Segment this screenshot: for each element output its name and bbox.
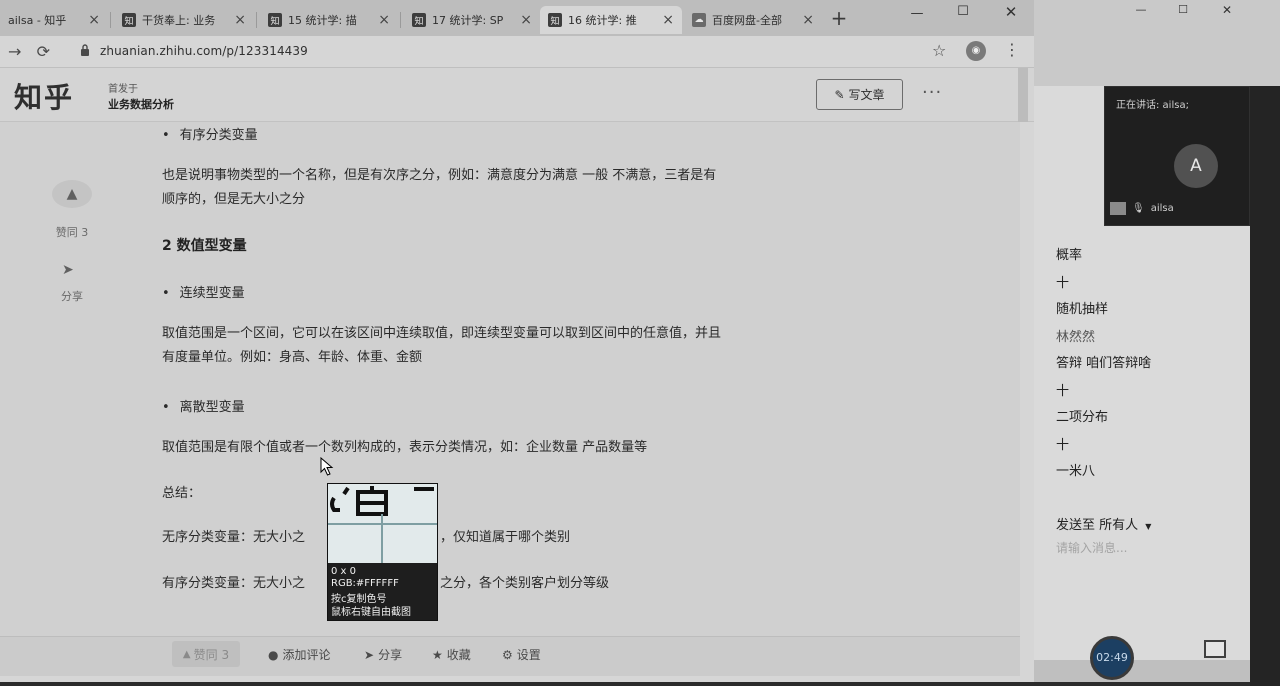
tab-business[interactable]: 知 干货奉上: 业务 ×	[114, 6, 254, 34]
zhihu-favicon-icon: 知	[412, 13, 426, 27]
avatar: A	[1174, 144, 1218, 188]
bullet-ordinal: 有序分类变量	[162, 124, 258, 143]
minimize-icon[interactable]: —	[894, 4, 940, 34]
zhihu-logo[interactable]: 知乎	[14, 76, 74, 116]
picker-size: 0 x 0	[331, 566, 356, 577]
summary-label: 总结：	[162, 486, 202, 501]
layout-grid-icon[interactable]	[1204, 640, 1226, 658]
summary-line-1b: ，仅知道属于哪个类别	[440, 530, 571, 545]
microphone-icon: 🎙	[1132, 203, 1145, 214]
cloud-favicon-icon: ☁	[692, 13, 706, 27]
paragraph-continuous-2: 有度量单位。例如：身高、年龄、体重、金额	[162, 350, 423, 365]
lock-icon[interactable]	[80, 44, 90, 56]
upvote-arrow-icon: ▲	[182, 648, 191, 660]
add-comment-button[interactable]: ● 添加评论	[268, 646, 331, 663]
video-user-label: 🎙 ailsa	[1110, 202, 1174, 215]
picker-capture-hint: 鼠标右键自由截图	[331, 607, 411, 618]
tab-ailsa-zhihu[interactable]: ailsa - 知乎 ×	[0, 6, 108, 34]
chat-message: 十	[1056, 438, 1070, 453]
close-icon[interactable]: ×	[88, 12, 100, 28]
sidebar-vote-count: 赞同 3	[55, 226, 89, 239]
star-icon: ★	[432, 647, 443, 662]
url-field[interactable]: zhuanian.zhihu.com/p/123314439	[100, 44, 308, 58]
zhihu-favicon-icon: 知	[122, 13, 136, 27]
close-window-icon[interactable]: ✕	[988, 2, 1034, 32]
share-button[interactable]: ➤ 分享	[364, 646, 402, 663]
user-card-icon	[1110, 202, 1126, 215]
article-body	[0, 122, 1020, 636]
gear-icon: ⚙	[502, 647, 513, 662]
share-plane-icon: ➤	[364, 647, 375, 662]
tab-separator	[256, 12, 257, 28]
chat-message: 答辩 咱们答辩啥	[1056, 356, 1152, 371]
forward-arrow-icon[interactable]: → ⟳	[8, 42, 50, 61]
paragraph-continuous: 取值范围是一个区间，它可以在该区间中连续取值，即连续型变量可以取到区间中的任意值…	[162, 326, 722, 341]
bullet-discrete: 离散型变量	[162, 396, 245, 415]
close-icon[interactable]: ×	[520, 12, 532, 28]
comment-icon: ●	[268, 647, 279, 662]
upvote-arrow-icon[interactable]: ▲	[52, 180, 92, 208]
sidebar-share-label[interactable]: 分享	[42, 288, 102, 304]
more-options-icon[interactable]: ···	[922, 82, 942, 103]
column-subtitle: 首发于	[108, 84, 138, 95]
minimize-icon[interactable]: —	[1126, 0, 1156, 30]
send-to-selector[interactable]: 发送至 所有人 ▼	[1056, 514, 1151, 533]
tab-separator	[400, 12, 401, 28]
summary-line-2b: 之分，各个类别客户划分等级	[440, 576, 610, 591]
close-icon[interactable]: ×	[234, 12, 246, 28]
close-icon[interactable]: ×	[662, 12, 674, 28]
mouse-cursor-icon	[320, 457, 334, 476]
collect-button[interactable]: ★ 收藏	[432, 646, 471, 663]
profile-avatar-icon[interactable]: ◉	[966, 41, 986, 61]
maximize-icon[interactable]: ☐	[1168, 0, 1198, 30]
bookmark-star-icon[interactable]: ☆	[932, 41, 946, 60]
chat-message: 随机抽样	[1056, 302, 1109, 317]
chat-message: 十	[1056, 276, 1070, 291]
paragraph-discrete: 取值范围是有限个值或者一个数列构成的，表示分类情况，如：企业数量 产品数量等	[162, 440, 648, 455]
heading-numeric: 2 数值型变量	[162, 238, 247, 254]
chat-input[interactable]: 请输入消息...	[1056, 539, 1127, 556]
right-edge-strip	[1250, 86, 1280, 686]
chat-message: 林然然	[1056, 330, 1096, 345]
chevron-down-icon: ▼	[1145, 522, 1152, 531]
secondary-window-bar	[1034, 0, 1280, 86]
panel-bottom-bar	[1034, 660, 1250, 682]
close-window-icon[interactable]: ✕	[1212, 0, 1242, 30]
maximize-icon[interactable]: ☐	[940, 2, 986, 32]
share-plane-icon[interactable]: ➤	[62, 262, 74, 278]
chat-message: 二项分布	[1056, 410, 1109, 425]
color-picker-magnifier	[328, 484, 437, 563]
summary-line-2a: 有序分类变量：无大小之	[162, 576, 306, 591]
close-icon[interactable]: ×	[378, 12, 390, 28]
bullet-continuous: 连续型变量	[162, 282, 245, 301]
tab-stats-17[interactable]: 知 17 统计学: SP ×	[404, 6, 540, 34]
tab-stats-16-active[interactable]: 知 16 统计学: 推 ×	[540, 6, 682, 34]
magnified-pixels-icon	[328, 484, 437, 563]
zhihu-favicon-icon: 知	[548, 13, 562, 27]
vote-button[interactable]: ▲ 赞同 3	[172, 641, 240, 667]
chat-message: 一米八	[1056, 464, 1096, 479]
tab-baidu-pan[interactable]: ☁ 百度网盘-全部 ×	[684, 6, 822, 34]
summary-line-1a: 无序分类变量：无大小之	[162, 530, 306, 545]
chat-message: 概率	[1056, 248, 1083, 263]
column-name[interactable]: 业务数据分析	[108, 96, 174, 112]
tab-separator	[110, 12, 111, 28]
zhihu-favicon-icon: 知	[268, 13, 282, 27]
settings-button[interactable]: ⚙ 设置	[502, 646, 541, 663]
paragraph-ordinal-2: 顺序的，但是无大小之分	[162, 192, 306, 207]
meeting-timer[interactable]: 02:49	[1090, 636, 1134, 680]
speaking-indicator: 正在讲话: ailsa;	[1116, 100, 1189, 111]
paragraph-ordinal: 也是说明事物类型的一个名称，但是有次序之分，例如：满意度分为满意 一般 不满意，…	[162, 168, 717, 183]
tab-stats-15[interactable]: 知 15 统计学: 描 ×	[260, 6, 398, 34]
edit-icon: ✎	[834, 87, 845, 102]
new-tab-button[interactable]: +	[828, 7, 850, 29]
scrollbar-thumb[interactable]	[1018, 68, 1028, 122]
chat-message: 十	[1056, 384, 1070, 399]
browser-menu-icon[interactable]: ⋮	[1004, 40, 1020, 59]
write-article-button[interactable]: ✎ 写文章	[816, 79, 903, 110]
close-icon[interactable]: ×	[802, 12, 814, 28]
picker-rgb: RGB:#FFFFFF	[331, 578, 399, 589]
